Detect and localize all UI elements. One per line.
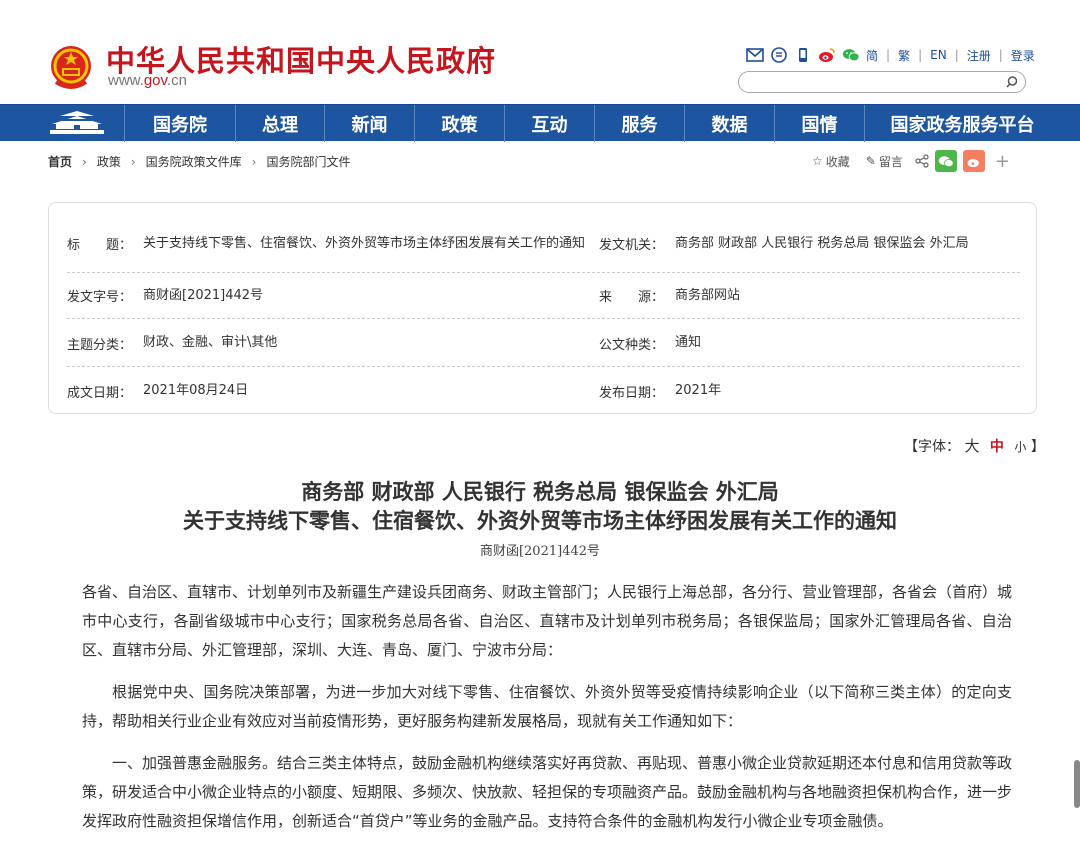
article-doc-number: 商财函[2021]442号 — [479, 544, 601, 559]
chevron-right-icon: › — [251, 154, 257, 169]
chevron-right-icon: › — [82, 154, 87, 169]
main-nav: 国务院 总理 新闻 政策 互动 服务 数据 国情 国家政务服务平台 — [0, 104, 1080, 142]
info-cell-issuer: 发文机关： 商务部 财政部 人民银行 税务总局 银保监会 外汇局 — [599, 215, 1019, 272]
site-url-suffix: .cn — [166, 72, 187, 89]
message-icon[interactable] — [770, 46, 788, 64]
wechat-share-icon[interactable] — [934, 150, 957, 172]
doctype-label: 公文种类： — [599, 337, 665, 353]
info-row: 成文日期： 2021年08月24日 发布日期： 2021年 — [67, 368, 1020, 414]
title-label: 标 题： — [67, 238, 133, 253]
font-size-small-button[interactable]: 小 — [1014, 440, 1026, 454]
nav-item-interaction[interactable]: 互动 — [504, 105, 594, 142]
more-share-icon[interactable]: + — [995, 151, 1010, 172]
breadcrumb-department-docs[interactable]: 国务院部门文件 — [266, 153, 350, 170]
separator: | — [918, 48, 923, 62]
weibo-icon[interactable] — [818, 46, 836, 64]
category-label: 主题分类： — [67, 337, 133, 353]
search-input[interactable] — [749, 73, 999, 93]
national-emblem-icon[interactable] — [48, 44, 94, 92]
breadcrumb: 首页 › 政策 › 国务院政策文件库 › 国务院部门文件 — [48, 153, 351, 170]
article-paragraph: 根据党中央、国务院决策部署，为进一步加大对线下零售、住宿餐饮、外资外贸等受疫情持… — [82, 683, 1012, 730]
star-icon: ☆ — [812, 154, 823, 168]
chevron-right-icon: › — [130, 154, 136, 169]
top-links: 简 | 繁 | EN | 注册 | 登录 — [746, 44, 1035, 66]
font-size-medium-button[interactable]: 中 — [990, 439, 1004, 455]
separator: | — [954, 48, 959, 62]
nav-item-national-conditions[interactable]: 国情 — [774, 105, 864, 142]
issuer-label: 发文机关： — [599, 238, 665, 253]
published-date-label: 发布日期： — [599, 385, 665, 401]
separator: | — [998, 48, 1003, 62]
category-value: 财政、金融、审计\其他 — [143, 335, 278, 350]
lang-simplified-link[interactable]: 简 — [866, 47, 878, 64]
nav-item-data[interactable]: 数据 — [684, 105, 774, 142]
favorite-button[interactable]: ☆ 收藏 — [812, 153, 850, 170]
nav-item-services[interactable]: 服务 — [594, 105, 684, 142]
search-box — [738, 71, 1026, 93]
article-paragraph: 一、加强普惠金融服务。结合三类主体特点，鼓励金融机构继续落实好再贷款、再贴现、普… — [82, 754, 1013, 830]
info-cell-published-date: 发布日期： 2021年 — [599, 368, 1019, 414]
weibo-share-icon[interactable] — [962, 150, 985, 172]
article-body: 各省、自治区、直辖市、计划单列市及新疆生产建设兵团商务、财政主管部门；人民银行上… — [82, 578, 1012, 849]
site-url: www.gov.cn — [108, 72, 187, 89]
issuer-value: 商务部 财政部 人民银行 税务总局 银保监会 外汇局 — [675, 235, 969, 251]
scrollbar-thumb[interactable] — [1074, 760, 1080, 808]
share-icon[interactable] — [915, 154, 929, 168]
font-size-selector: 【字体： 大 中 小 】 — [904, 435, 1045, 456]
comment-label: 留言 — [878, 154, 903, 169]
site-header: 中华人民共和国中央人民政府 www.gov.cn 简 | 繁 | EN | 注册… — [0, 0, 1080, 104]
source-label: 来 源： — [599, 290, 665, 305]
search-icon[interactable] — [1005, 75, 1019, 89]
favorite-label: 收藏 — [825, 154, 850, 169]
info-row: 标 题： 关于支持线下零售、住宿餐饮、外资外贸等市场主体纾困发展有关工作的通知 … — [67, 215, 1020, 273]
breadcrumb-home[interactable]: 首页 — [48, 153, 72, 170]
site-url-prefix: www. — [108, 72, 144, 89]
comment-button[interactable]: ✎ 留言 — [866, 153, 903, 170]
mail-icon[interactable] — [746, 46, 764, 64]
docno-label: 发文字号： — [67, 290, 133, 305]
written-date-value: 2021年08月24日 — [143, 383, 249, 398]
written-date-label: 成文日期： — [67, 385, 133, 401]
lang-traditional-link[interactable]: 繁 — [898, 47, 910, 64]
doctype-value: 通知 — [675, 335, 702, 350]
nav-item-premier[interactable]: 总理 — [235, 105, 324, 142]
login-link[interactable]: 登录 — [1011, 47, 1035, 64]
font-size-prefix: 【字体： — [904, 439, 960, 455]
pencil-icon: ✎ — [865, 154, 876, 168]
register-link[interactable]: 注册 — [967, 47, 991, 64]
info-cell-doctype: 公文种类： 通知 — [599, 320, 1019, 366]
info-row: 主题分类： 财政、金融、审计\其他 公文种类： 通知 — [67, 320, 1020, 367]
font-size-suffix: 】 — [1030, 439, 1045, 455]
info-cell-category: 主题分类： 财政、金融、审计\其他 — [67, 320, 597, 366]
nav-item-state-council[interactable]: 国务院 — [124, 105, 235, 142]
article-header: 商务部 财政部 人民银行 税务总局 银保监会 外汇局 关于支持线下零售、住宿餐饮… — [0, 478, 1080, 559]
docno-value: 商财函[2021]442号 — [143, 287, 264, 303]
separator: | — [886, 48, 891, 62]
tiananmen-home-icon[interactable] — [46, 110, 108, 136]
lang-english-link[interactable]: EN — [930, 48, 947, 62]
published-date-value: 2021年 — [675, 383, 722, 398]
wechat-icon[interactable] — [842, 46, 860, 64]
breadcrumb-policy[interactable]: 政策 — [97, 153, 121, 170]
nav-items: 国务院 总理 新闻 政策 互动 服务 数据 国情 国家政务服务平台 — [124, 105, 1060, 142]
font-size-large-button[interactable]: 大 — [964, 437, 979, 455]
info-cell-written-date: 成文日期： 2021年08月24日 — [67, 368, 597, 414]
article-paragraph: 各省、自治区、直辖市、计划单列市及新疆生产建设兵团商务、财政主管部门；人民银行上… — [82, 583, 1013, 659]
title-value: 关于支持线下零售、住宿餐饮、外资外贸等市场主体纾困发展有关工作的通知 — [143, 235, 586, 251]
article-issuers: 商务部 财政部 人民银行 税务总局 银保监会 外汇局 — [301, 479, 779, 504]
mobile-icon[interactable] — [794, 46, 812, 64]
article-title: 关于支持线下零售、住宿餐饮、外资外贸等市场主体纾困发展有关工作的通知 — [183, 508, 897, 533]
breadcrumb-policy-library[interactable]: 国务院政策文件库 — [146, 153, 242, 170]
info-cell-docno: 发文字号： 商财函[2021]442号 — [67, 273, 597, 318]
info-cell-source: 来 源： 商务部网站 — [599, 273, 1019, 318]
info-cell-title: 标 题： 关于支持线下零售、住宿餐饮、外资外贸等市场主体纾困发展有关工作的通知 — [67, 215, 597, 272]
nav-item-news[interactable]: 新闻 — [324, 105, 414, 142]
document-info-panel: 标 题： 关于支持线下零售、住宿餐饮、外资外贸等市场主体纾困发展有关工作的通知 … — [48, 202, 1037, 414]
source-value: 商务部网站 — [675, 287, 741, 303]
article-tools: ☆ 收藏 ✎ 留言 + — [812, 150, 1010, 172]
nav-item-gov-service-platform[interactable]: 国家政务服务平台 — [864, 105, 1060, 142]
info-row: 发文字号： 商财函[2021]442号 来 源： 商务部网站 — [67, 273, 1020, 319]
site-url-brand: gov — [143, 72, 167, 89]
nav-item-policy[interactable]: 政策 — [414, 105, 504, 142]
